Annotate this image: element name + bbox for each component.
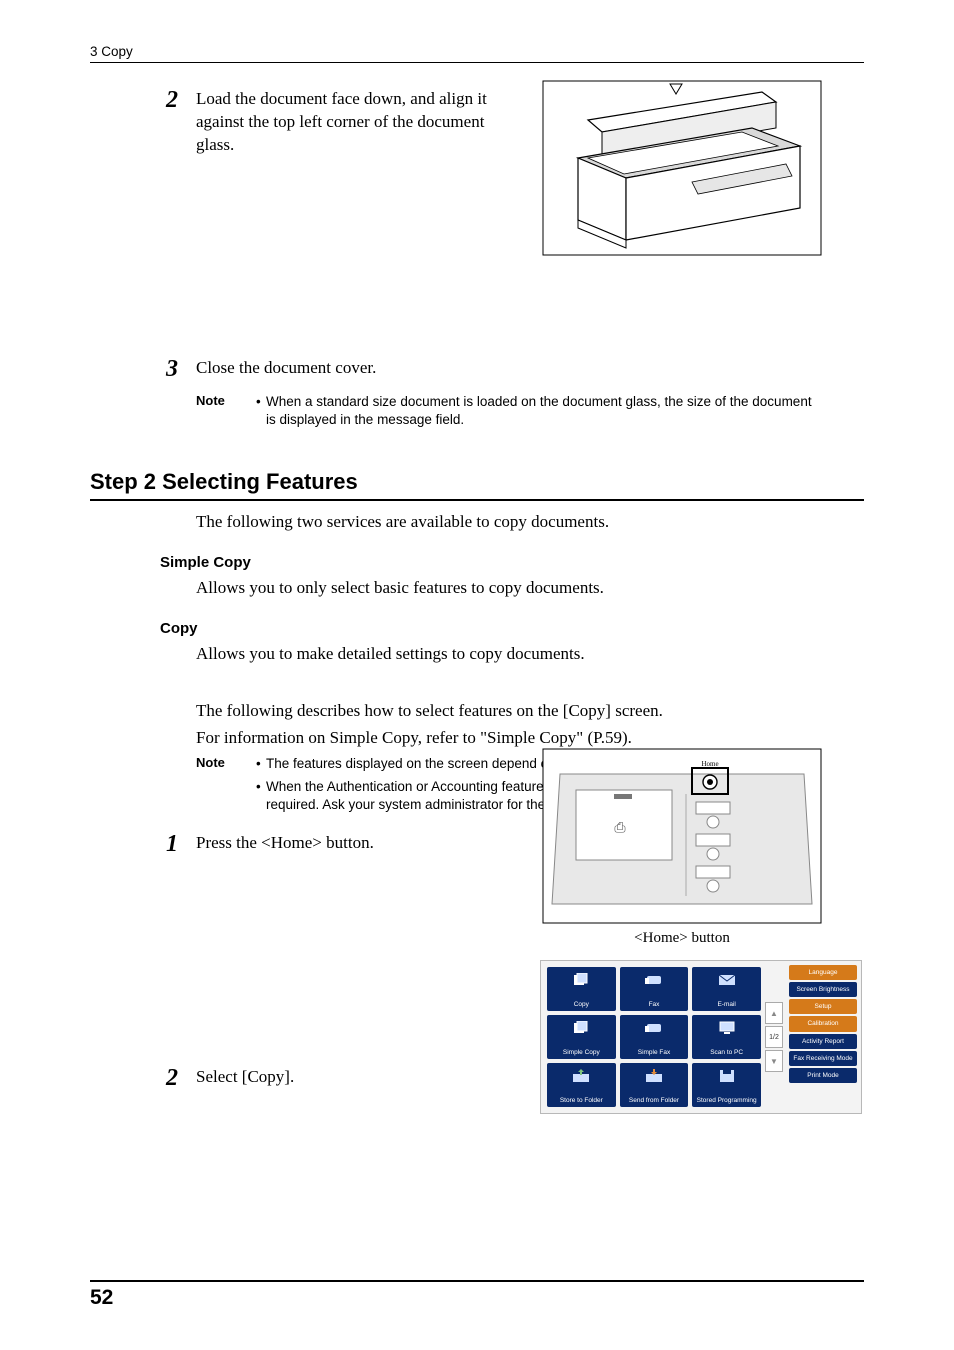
scroll-down-button[interactable]: ▼ (765, 1050, 783, 1072)
following-para: The following describes how to select fe… (196, 700, 864, 723)
home-button-caption: <Home> button (542, 930, 822, 947)
tile-simple-fax[interactable]: Simple Fax (620, 1015, 689, 1059)
intro-para: The following two services are available… (196, 511, 864, 534)
copy-icon (572, 973, 590, 987)
footer-rule (90, 1280, 864, 1282)
save-icon (718, 1069, 736, 1083)
note-label-1: Note (196, 393, 252, 408)
side-language[interactable]: Language (789, 965, 857, 980)
step-text-home: Press the <Home> button. (196, 832, 516, 855)
fax-icon (645, 973, 663, 987)
step-text-select-copy: Select [Copy]. (196, 1066, 516, 1089)
side-setup[interactable]: Setup (789, 999, 857, 1014)
tile-simple-copy[interactable]: Simple Copy (547, 1015, 616, 1059)
page-number: 52 (90, 1286, 113, 1310)
step-number-3: 3 (166, 357, 192, 381)
folder-in-icon (572, 1069, 590, 1083)
step-number-2a: 2 (166, 88, 192, 112)
step-number-1: 1 (166, 832, 192, 856)
subheading-simple-copy: Simple Copy (160, 554, 864, 571)
monitor-icon (718, 1021, 736, 1035)
tile-scan-to-pc[interactable]: Scan to PC (692, 1015, 761, 1059)
doc-glass-illustration (542, 80, 822, 256)
note-label-2: Note (196, 755, 252, 770)
simple-fax-icon (645, 1021, 663, 1035)
heading-rule (90, 499, 864, 501)
svg-text:Home: Home (701, 760, 718, 768)
copy-para: Allows you to make detailed settings to … (196, 643, 864, 666)
heading-selecting-features: Step 2 Selecting Features (90, 469, 864, 495)
side-screen-brightness[interactable]: Screen Brightness (789, 982, 857, 997)
subheading-copy: Copy (160, 620, 864, 637)
tile-store-to-folder[interactable]: Store to Folder (547, 1063, 616, 1107)
email-icon (718, 973, 736, 987)
simple-copy-icon (572, 1021, 590, 1035)
side-activity-report[interactable]: Activity Report (789, 1034, 857, 1049)
step-number-2b: 2 (166, 1066, 192, 1090)
step-text-close: Close the document cover. (196, 357, 756, 380)
tile-send-from-folder[interactable]: Send from Folder (620, 1063, 689, 1107)
tile-fax[interactable]: Fax (620, 967, 689, 1011)
note-bullets-1: •When a standard size document is loaded… (256, 393, 816, 433)
home-screen-illustration: Copy Fax E-mail Simple Copy Simple Fax (540, 960, 862, 1114)
simple-copy-para: Allows you to only select basic features… (196, 577, 864, 600)
tile-stored-programming[interactable]: Stored Programming (692, 1063, 761, 1107)
tile-copy[interactable]: Copy (547, 967, 616, 1011)
svg-text:⎙: ⎙ (614, 821, 625, 836)
page-indicator: 1/2 (765, 1026, 783, 1048)
running-header: 3 Copy (90, 44, 133, 59)
step-text-load: Load the document face down, and align i… (196, 88, 516, 157)
folder-out-icon (645, 1069, 663, 1083)
control-panel-illustration: ⎙ Home (542, 748, 822, 924)
header-rule (90, 62, 864, 63)
scroll-up-button[interactable]: ▲ (765, 1002, 783, 1024)
forinfo-para: For information on Simple Copy, refer to… (196, 727, 864, 750)
side-calibration[interactable]: Calibration (789, 1016, 857, 1031)
side-print-mode[interactable]: Print Mode (789, 1068, 857, 1083)
side-fax-receiving-mode[interactable]: Fax Receiving Mode (789, 1051, 857, 1066)
tile-email[interactable]: E-mail (692, 967, 761, 1011)
